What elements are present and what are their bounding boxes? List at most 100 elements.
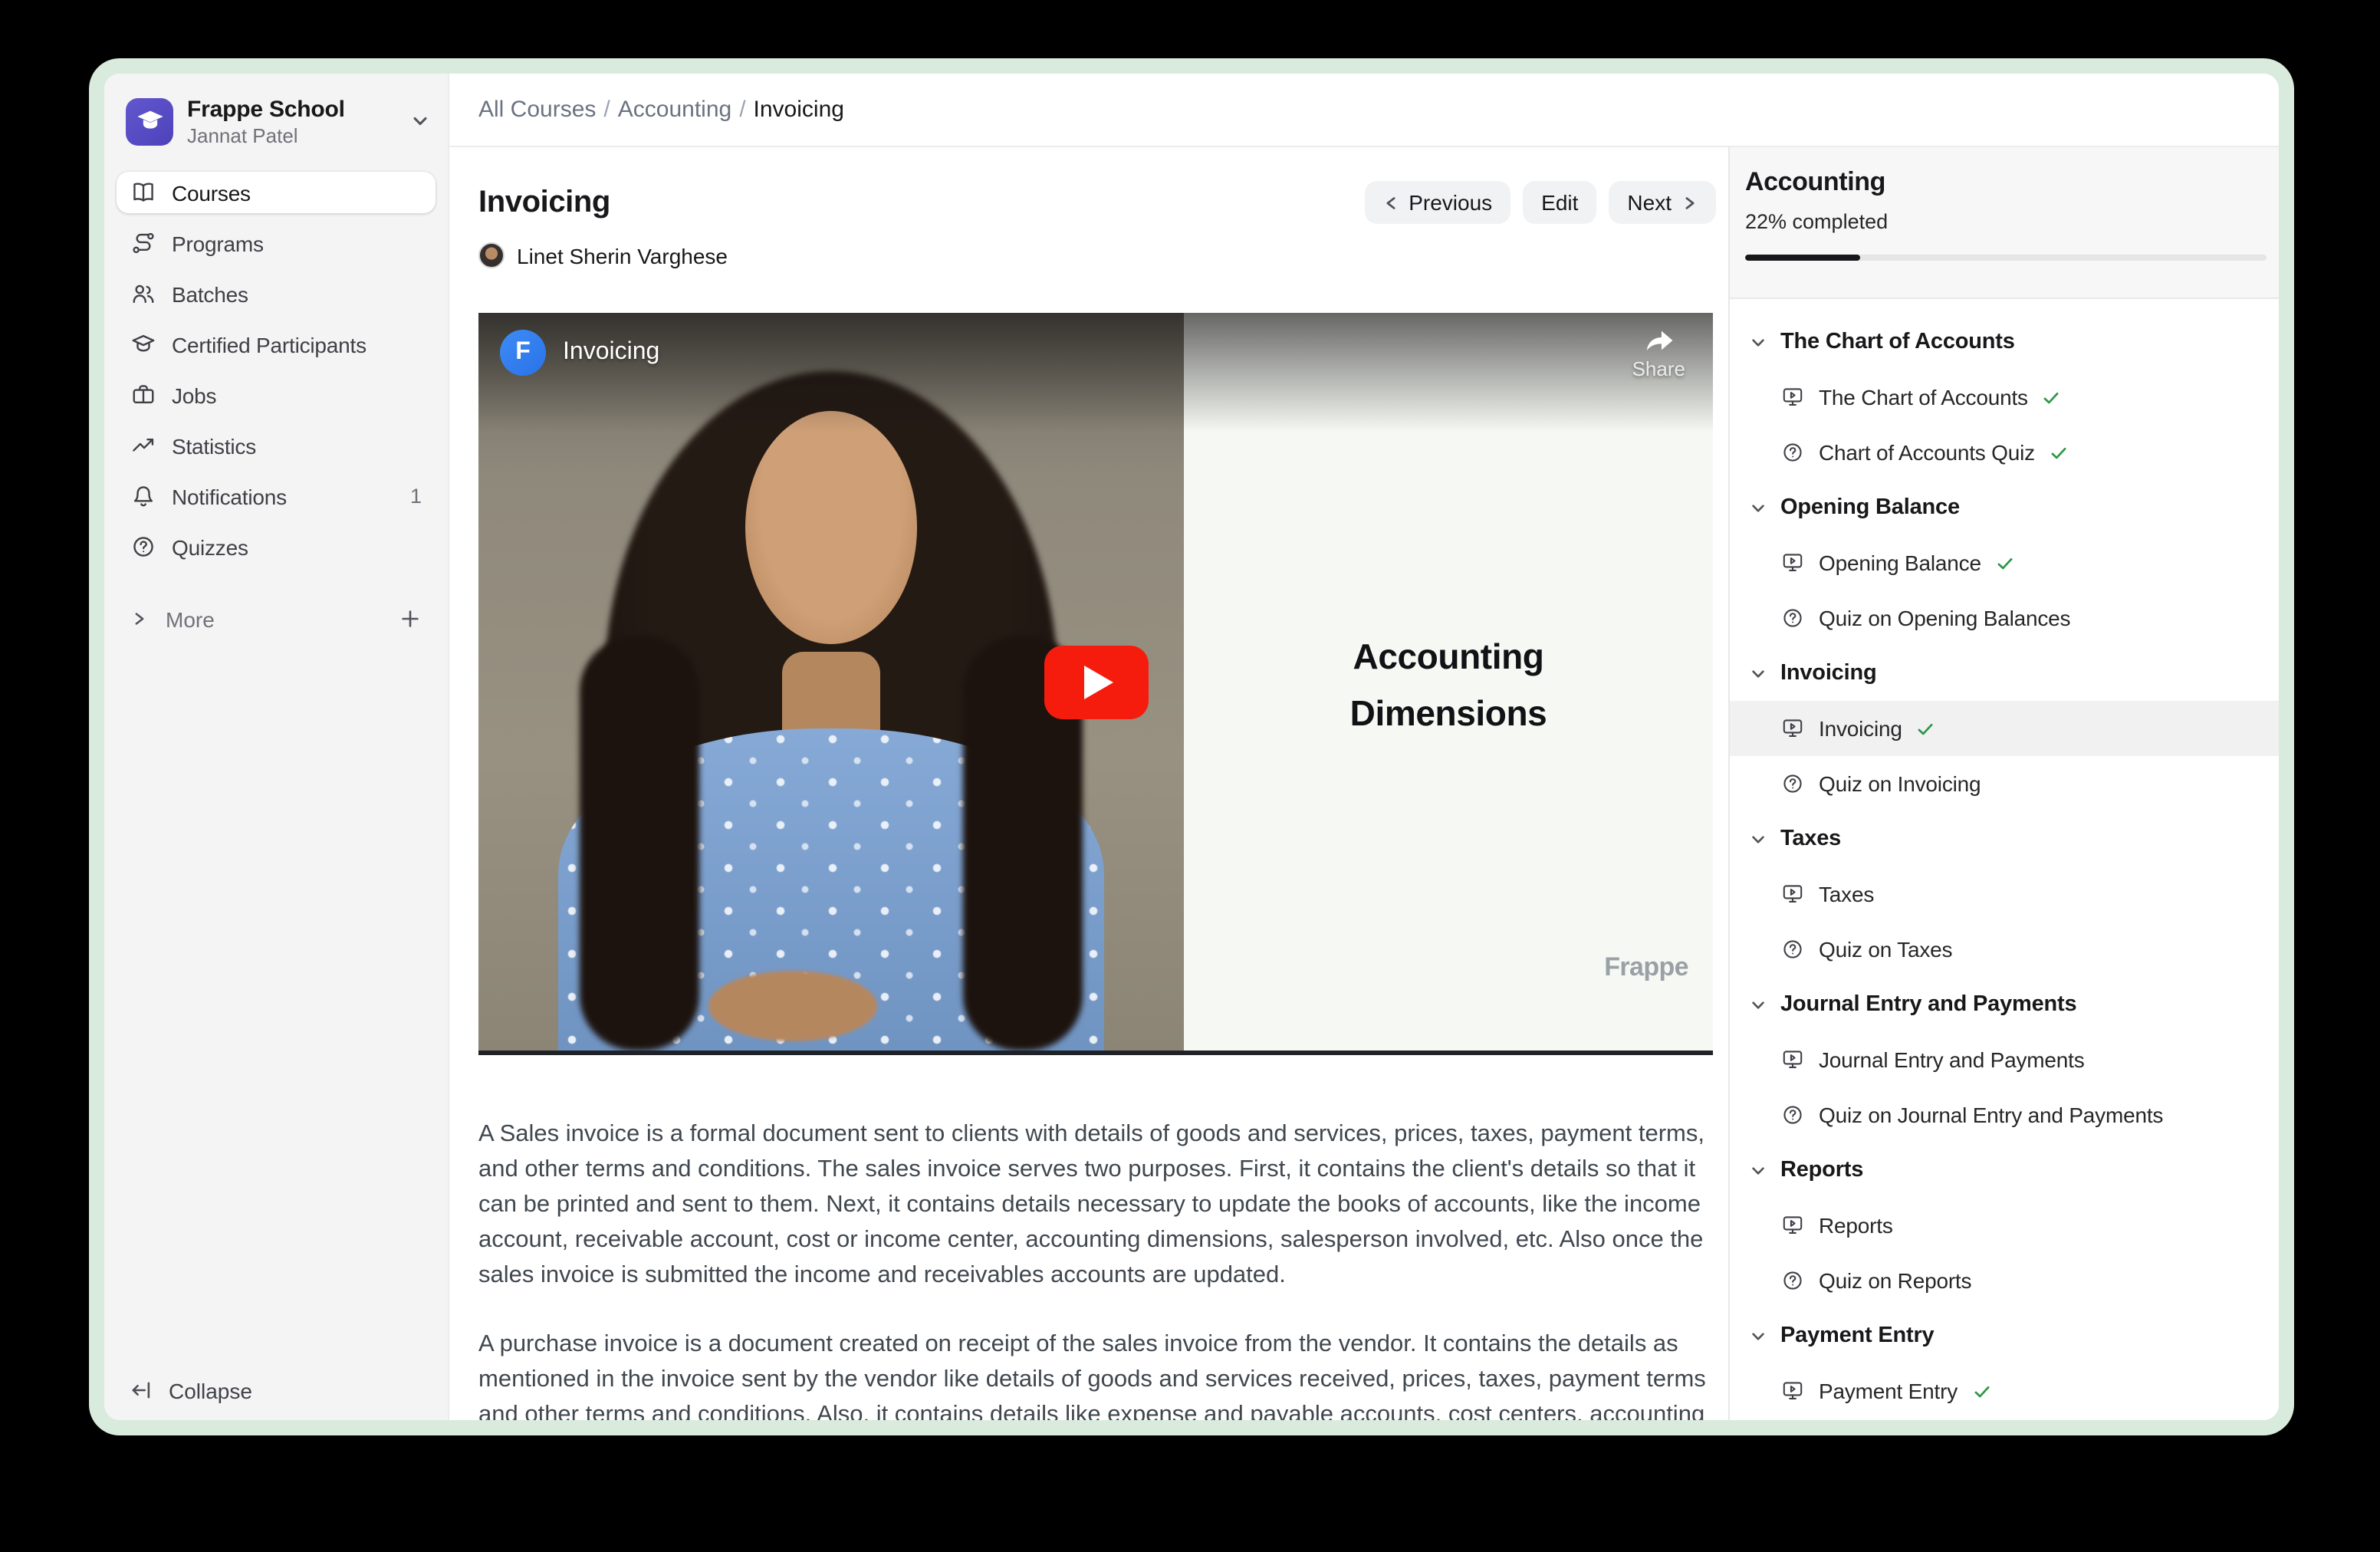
chevron-down-icon	[1750, 1162, 1767, 1179]
course-title: Accounting	[1745, 166, 2267, 199]
outline-section[interactable]: Reports	[1730, 1143, 2279, 1198]
outline-item[interactable]: Quiz on Taxes	[1730, 922, 2279, 977]
breadcrumb-all-courses[interactable]: All Courses	[478, 97, 596, 123]
check-icon	[2040, 386, 2063, 409]
play-icon	[1084, 665, 1113, 699]
lesson-icon	[1780, 1047, 1805, 1072]
slide-title-line2: Dimensions	[1184, 686, 1713, 742]
channel-avatar: F	[500, 330, 546, 376]
author-name: Linet Sherin Varghese	[517, 243, 728, 268]
lesson-icon	[1780, 385, 1805, 409]
outline-item[interactable]: Quiz on Opening Balances	[1730, 590, 2279, 646]
outline-item[interactable]: Reports	[1730, 1198, 2279, 1253]
sidebar-item-programs[interactable]: Programs	[117, 222, 436, 264]
outline-item[interactable]: Quiz on Journal Entry and Payments	[1730, 1087, 2279, 1143]
outline-section[interactable]: Taxes	[1730, 811, 2279, 866]
sidebar-nav: Courses Programs Batches	[104, 172, 448, 567]
outline-item[interactable]: Quiz on Reports	[1730, 1253, 2279, 1308]
outline-item[interactable]: Opening Balance	[1730, 535, 2279, 590]
plus-icon	[399, 607, 422, 630]
outline-section[interactable]: Invoicing	[1730, 646, 2279, 701]
video-player[interactable]: Accounting Dimensions Frappe F Invoicing	[478, 313, 1713, 1055]
quiz-icon	[1780, 606, 1805, 630]
sidebar-item-statistics[interactable]: Statistics	[117, 425, 436, 466]
notifications-count-badge: 1	[410, 485, 422, 508]
outline-item[interactable]: Taxes	[1730, 866, 2279, 922]
outline-item[interactable]: Payment Entry	[1730, 1363, 2279, 1419]
share-button[interactable]: Share	[1632, 325, 1685, 380]
video-title-overlay: Invoicing	[563, 339, 659, 367]
sidebar-more[interactable]: More	[117, 598, 436, 640]
help-circle-icon	[130, 534, 156, 560]
slide-title-line1: Accounting	[1184, 629, 1713, 686]
book-open-icon	[130, 179, 156, 206]
outline-item[interactable]: Journal Entry and Payments	[1730, 1032, 2279, 1087]
previous-button[interactable]: Previous	[1364, 181, 1511, 224]
chevron-right-icon	[130, 610, 147, 627]
share-arrow-icon	[1640, 325, 1677, 356]
lesson-icon	[1780, 882, 1805, 906]
breadcrumb-current: Invoicing	[754, 97, 844, 123]
outline-section[interactable]: Opening Balance	[1730, 480, 2279, 535]
chevron-left-icon	[1382, 194, 1399, 211]
collapse-sidebar-button[interactable]: Collapse	[127, 1377, 252, 1403]
lesson-icon	[1780, 551, 1805, 575]
brand-title: Frappe School	[187, 96, 411, 123]
chevron-down-icon	[1750, 665, 1767, 682]
sidebar-item-batches[interactable]: Batches	[117, 273, 436, 314]
chevron-down-icon	[1750, 499, 1767, 516]
quiz-icon	[1780, 440, 1805, 465]
outline-section[interactable]: Payment Entry	[1730, 1308, 2279, 1363]
author-avatar	[478, 242, 505, 268]
briefcase-icon	[130, 382, 156, 408]
sidebar-item-courses[interactable]: Courses	[117, 172, 436, 213]
lesson-paragraph: A Sales invoice is a formal document sen…	[478, 1116, 1713, 1293]
quiz-icon	[1780, 771, 1805, 796]
graduation-cap-icon	[130, 331, 156, 357]
video-channel-chip[interactable]: F Invoicing	[500, 330, 659, 376]
lesson-content: Invoicing Previous Edit Nex	[449, 147, 1728, 1420]
outline-item-active[interactable]: Invoicing	[1730, 701, 2279, 756]
sidebar-item-certified-participants[interactable]: Certified Participants	[117, 324, 436, 365]
trending-up-icon	[130, 432, 156, 459]
user-name: Jannat Patel	[187, 123, 411, 146]
page-title: Invoicing	[478, 185, 610, 220]
outline-section[interactable]: Journal Entry and Payments	[1730, 977, 2279, 1032]
sidebar-item-notifications[interactable]: Notifications 1	[117, 475, 436, 517]
app-window: Frappe School Jannat Patel Courses	[89, 58, 2294, 1435]
check-icon	[2047, 441, 2070, 464]
check-icon	[1994, 551, 2017, 574]
quiz-icon	[1780, 1103, 1805, 1127]
outline-section[interactable]: The Chart of Accounts	[1730, 314, 2279, 370]
outline-item[interactable]: Quiz on Invoicing	[1730, 756, 2279, 811]
next-button[interactable]: Next	[1609, 181, 1716, 224]
breadcrumb-accounting[interactable]: Accounting	[618, 97, 731, 123]
bell-icon	[130, 483, 156, 509]
chevron-down-icon	[1750, 334, 1767, 350]
lesson-icon	[1780, 716, 1805, 741]
quiz-icon	[1780, 1268, 1805, 1293]
progress-bar	[1745, 255, 2267, 261]
screen-background: Frappe School Jannat Patel Courses	[0, 0, 2380, 1552]
lesson-icon	[1780, 1379, 1805, 1403]
left-sidebar: Frappe School Jannat Patel Courses	[104, 74, 449, 1420]
outline-item[interactable]: The Chart of Accounts	[1730, 370, 2279, 425]
route-icon	[130, 230, 156, 256]
youtube-play-button[interactable]	[1044, 645, 1148, 718]
add-button[interactable]	[399, 607, 422, 630]
lesson-paragraph: A purchase invoice is a document created…	[478, 1327, 1713, 1420]
progress-label: 22% completed	[1745, 209, 2267, 235]
sidebar-item-quizzes[interactable]: Quizzes	[117, 526, 436, 567]
collapse-left-icon	[127, 1377, 153, 1403]
author-row: Linet Sherin Varghese	[478, 242, 1716, 268]
edit-button[interactable]: Edit	[1523, 181, 1596, 224]
check-icon	[1915, 717, 1938, 740]
frappe-watermark: Frappe	[1604, 952, 1688, 983]
workspace-switcher[interactable]: Frappe School Jannat Patel	[126, 92, 436, 150]
frappe-school-logo	[126, 97, 173, 145]
outline-item[interactable]: Chart of Accounts Quiz	[1730, 425, 2279, 480]
users-icon	[130, 281, 156, 307]
sidebar-item-jobs[interactable]: Jobs	[117, 374, 436, 416]
chevron-down-icon	[1750, 996, 1767, 1013]
chevron-right-icon	[1681, 194, 1698, 211]
